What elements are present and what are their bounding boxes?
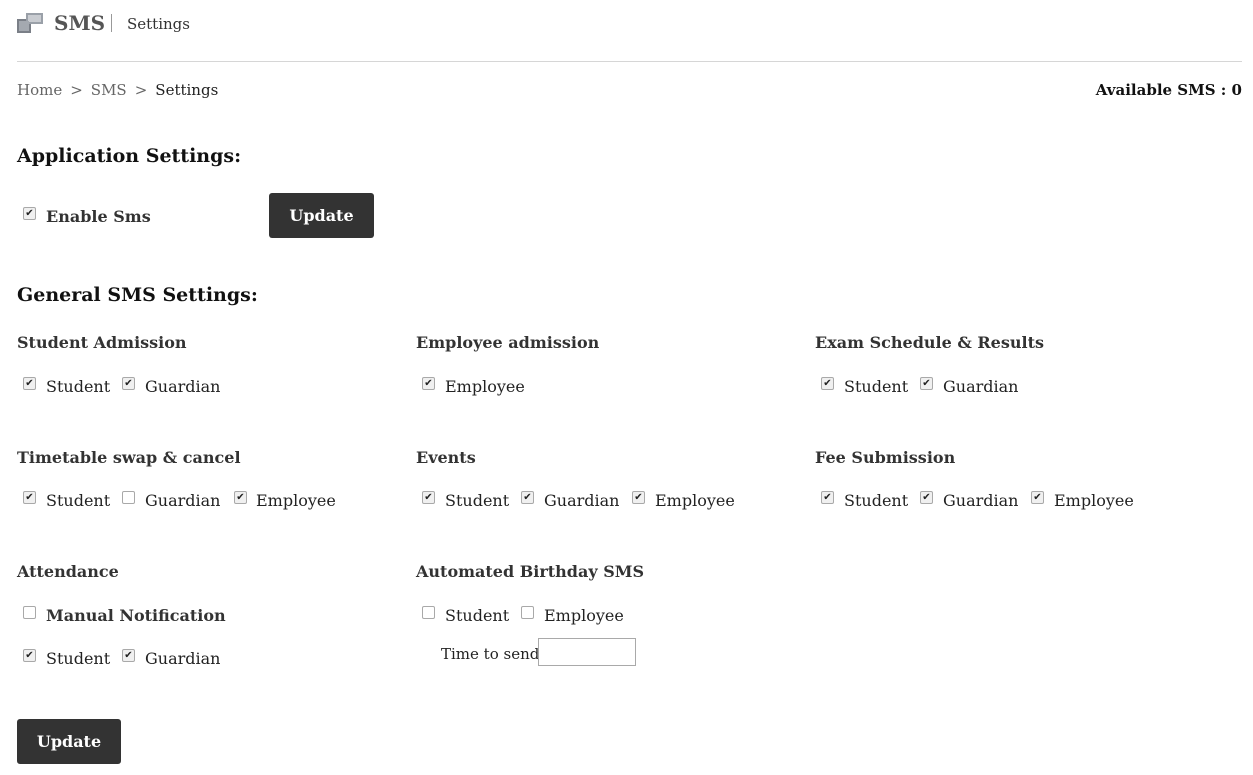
checkbox-label: Student (844, 491, 909, 510)
checkbox-label: Employee (544, 606, 624, 625)
birthday-employee-checkbox[interactable] (521, 606, 534, 619)
checkbox-label: Student (445, 606, 510, 625)
general-settings-heading: General SMS Settings: (17, 284, 258, 306)
checkbox-label: Employee (256, 491, 336, 510)
checkbox-label: Employee (655, 491, 735, 510)
employee-admission-employee-checkbox[interactable]: ✔ (422, 377, 435, 390)
manual-notification-label: Manual Notification (46, 606, 226, 625)
time-to-send-label: Time to send (441, 645, 540, 663)
exam-schedule-guardian-checkbox[interactable]: ✔ (920, 377, 933, 390)
breadcrumb: Home > SMS > Settings (17, 81, 218, 99)
fee-submission-employee-checkbox[interactable]: ✔ (1031, 491, 1044, 504)
checkbox-label: Employee (445, 377, 525, 396)
checkbox-label: Student (46, 649, 111, 668)
timetable-title: Timetable swap & cancel (17, 448, 241, 467)
timetable-employee-checkbox[interactable]: ✔ (234, 491, 247, 504)
student-admission-student-checkbox[interactable]: ✔ (23, 377, 36, 390)
checkbox-label: Guardian (943, 491, 1019, 510)
breadcrumb-home[interactable]: Home (17, 81, 62, 99)
checkbox-label: Guardian (145, 491, 221, 510)
fee-submission-guardian-checkbox[interactable]: ✔ (920, 491, 933, 504)
breadcrumb-separator: > (134, 81, 148, 99)
birthday-sms-title: Automated Birthday SMS (416, 562, 645, 581)
events-title: Events (416, 448, 476, 467)
exam-schedule-title: Exam Schedule & Results (815, 333, 1044, 352)
fee-submission-title: Fee Submission (815, 448, 956, 467)
breadcrumb-current: Settings (155, 81, 219, 99)
page-subtitle: Settings (127, 15, 190, 33)
events-student-checkbox[interactable]: ✔ (422, 491, 435, 504)
manual-notification-checkbox[interactable] (23, 606, 36, 619)
page-title: SMS (54, 11, 106, 35)
enable-sms-checkbox[interactable]: ✔ (23, 207, 36, 220)
breadcrumb-sms[interactable]: SMS (91, 81, 127, 99)
employee-admission-title: Employee admission (416, 333, 600, 352)
update-application-button[interactable]: Update (269, 193, 374, 238)
birthday-student-checkbox[interactable] (422, 606, 435, 619)
checkbox-label: Student (46, 491, 111, 510)
student-admission-guardian-checkbox[interactable]: ✔ (122, 377, 135, 390)
timetable-student-checkbox[interactable]: ✔ (23, 491, 36, 504)
checkbox-label: Guardian (544, 491, 620, 510)
checkbox-label: Guardian (145, 377, 221, 396)
update-general-button[interactable]: Update (17, 719, 121, 764)
checkbox-label: Student (445, 491, 510, 510)
application-settings-heading: Application Settings: (17, 145, 242, 167)
attendance-guardian-checkbox[interactable]: ✔ (122, 649, 135, 662)
timetable-guardian-checkbox[interactable] (122, 491, 135, 504)
header-separator (111, 14, 112, 32)
sms-app-icon (17, 13, 43, 33)
student-admission-title: Student Admission (17, 333, 187, 352)
enable-sms-label: Enable Sms (46, 207, 151, 226)
checkbox-label: Student (46, 377, 111, 396)
header-divider (17, 61, 1242, 62)
available-sms-count: Available SMS : 0 (1095, 81, 1242, 99)
events-employee-checkbox[interactable]: ✔ (632, 491, 645, 504)
fee-submission-student-checkbox[interactable]: ✔ (821, 491, 834, 504)
checkbox-label: Student (844, 377, 909, 396)
checkbox-label: Employee (1054, 491, 1134, 510)
attendance-title: Attendance (17, 562, 119, 581)
checkbox-label: Guardian (943, 377, 1019, 396)
checkbox-label: Guardian (145, 649, 221, 668)
time-to-send-input[interactable] (538, 638, 636, 666)
breadcrumb-separator: > (70, 81, 83, 99)
attendance-student-checkbox[interactable]: ✔ (23, 649, 36, 662)
events-guardian-checkbox[interactable]: ✔ (521, 491, 534, 504)
exam-schedule-student-checkbox[interactable]: ✔ (821, 377, 834, 390)
